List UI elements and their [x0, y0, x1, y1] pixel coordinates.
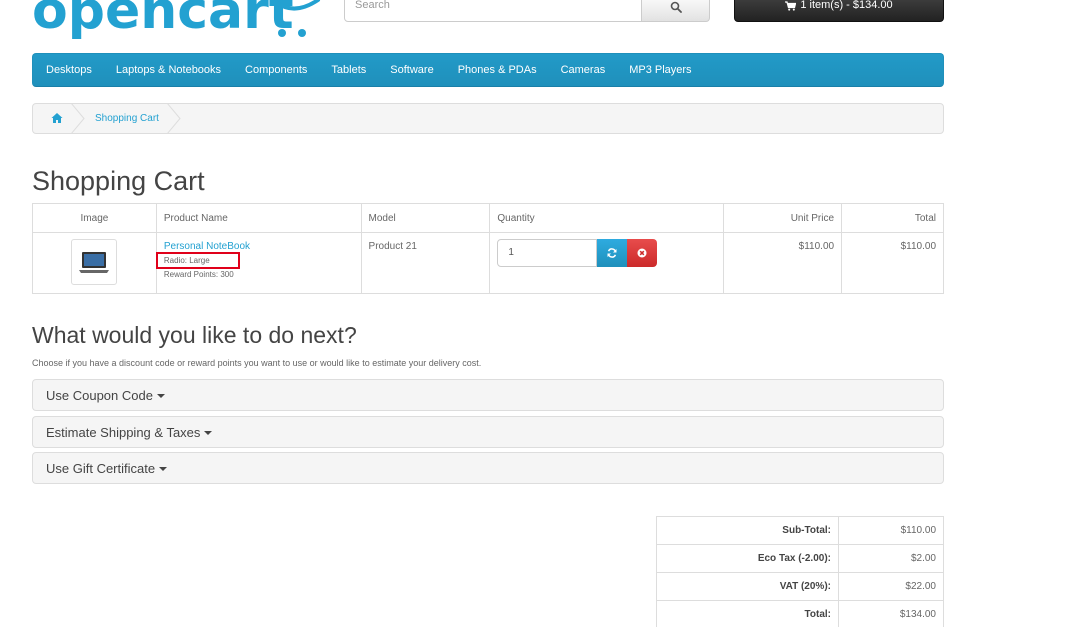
header-total: Total — [841, 203, 944, 233]
shipping-panel-label: Estimate Shipping & Taxes — [46, 424, 201, 440]
totals-row: Total: $134.00 — [656, 600, 944, 627]
product-unit-price: $110.00 — [723, 232, 843, 294]
product-name-link[interactable]: Personal NoteBook — [164, 241, 250, 252]
times-circle-icon — [637, 248, 647, 258]
quantity-input[interactable]: 1 — [497, 239, 598, 267]
laptop-image — [79, 252, 110, 273]
header-image: Image — [32, 203, 157, 233]
menu-item-software[interactable]: Software — [390, 64, 433, 76]
next-section-description: Choose if you have a discount code or re… — [32, 358, 482, 368]
shopping-cart-icon — [785, 1, 797, 11]
option-highlight-box — [156, 252, 240, 269]
search-input[interactable]: Search — [344, 0, 642, 22]
home-icon[interactable] — [51, 112, 63, 124]
menu-item-phones-pdas[interactable]: Phones & PDAs — [458, 64, 537, 76]
vat-label: VAT (20%): — [656, 572, 839, 601]
menu-item-desktops[interactable]: Desktops — [46, 64, 92, 76]
eco-tax-label: Eco Tax (-2.00): — [656, 544, 839, 573]
product-thumbnail[interactable] — [71, 239, 118, 285]
next-section-title: What would you like to do next? — [32, 322, 357, 348]
total-value: $134.00 — [838, 600, 944, 627]
cart-button[interactable]: 1 item(s) - $134.00 — [734, 0, 944, 22]
search-icon — [670, 1, 682, 13]
breadcrumb-shopping-cart[interactable]: Shopping Cart — [95, 113, 159, 124]
cart-label: 1 item(s) - $134.00 — [800, 0, 893, 11]
menu-item-laptops-notebooks[interactable]: Laptops & Notebooks — [116, 64, 221, 76]
menu-item-mp3-players[interactable]: MP3 Players — [629, 64, 691, 76]
menu-item-tablets[interactable]: Tablets — [331, 64, 366, 76]
header-unit-price: Unit Price — [723, 203, 843, 233]
header-product-name: Product Name — [155, 203, 362, 233]
gift-certificate-panel[interactable]: Use Gift Certificate — [32, 452, 944, 484]
cart-table: Image Product Name Model Quantity Unit P… — [32, 203, 944, 294]
coupon-panel[interactable]: Use Coupon Code — [32, 379, 944, 411]
shipping-panel[interactable]: Estimate Shipping & Taxes — [32, 416, 944, 448]
menu-item-cameras[interactable]: Cameras — [561, 64, 606, 76]
main-menu: Desktops Laptops & Notebooks Components … — [32, 53, 944, 87]
caret-down-icon — [156, 394, 165, 398]
subtotal-label: Sub-Total: — [656, 516, 839, 545]
coupon-panel-label: Use Coupon Code — [46, 387, 153, 403]
product-reward-points: Reward Points: 300 — [163, 270, 234, 279]
gift-certificate-panel-label: Use Gift Certificate — [46, 460, 156, 476]
update-button[interactable] — [597, 239, 628, 267]
refresh-icon — [607, 248, 617, 258]
caret-down-icon — [204, 431, 213, 435]
header-quantity: Quantity — [489, 203, 725, 233]
header-model: Model — [360, 203, 491, 233]
total-label: Total: — [656, 600, 839, 627]
totals-row: VAT (20%): $22.00 — [656, 572, 944, 601]
menu-item-components[interactable]: Components — [245, 64, 307, 76]
page-title: Shopping Cart — [32, 166, 205, 196]
totals-table: Sub-Total: $110.00 Eco Tax (-2.00): $2.0… — [656, 516, 944, 627]
logo-graphic: opencart — [32, 0, 320, 41]
logo-text: opencart — [32, 0, 294, 41]
totals-row: Eco Tax (-2.00): $2.00 — [656, 544, 944, 573]
quantity-group: 1 — [497, 239, 716, 267]
totals-row: Sub-Total: $110.00 — [656, 516, 944, 545]
subtotal-value: $110.00 — [838, 516, 944, 545]
eco-tax-value: $2.00 — [838, 544, 944, 573]
breadcrumb: Shopping Cart — [32, 103, 944, 134]
search-button[interactable] — [642, 0, 710, 22]
remove-button[interactable] — [627, 239, 658, 267]
product-model: Product 21 — [360, 232, 491, 294]
breadcrumb-separator — [71, 103, 85, 134]
cart-table-header: Image Product Name Model Quantity Unit P… — [32, 203, 944, 233]
search-bar: Search — [344, 0, 710, 22]
opencart-logo[interactable]: opencart — [32, 0, 324, 48]
vat-value: $22.00 — [838, 572, 944, 601]
product-total: $110.00 — [841, 232, 944, 294]
caret-down-icon — [159, 467, 168, 471]
breadcrumb-separator — [167, 103, 181, 134]
